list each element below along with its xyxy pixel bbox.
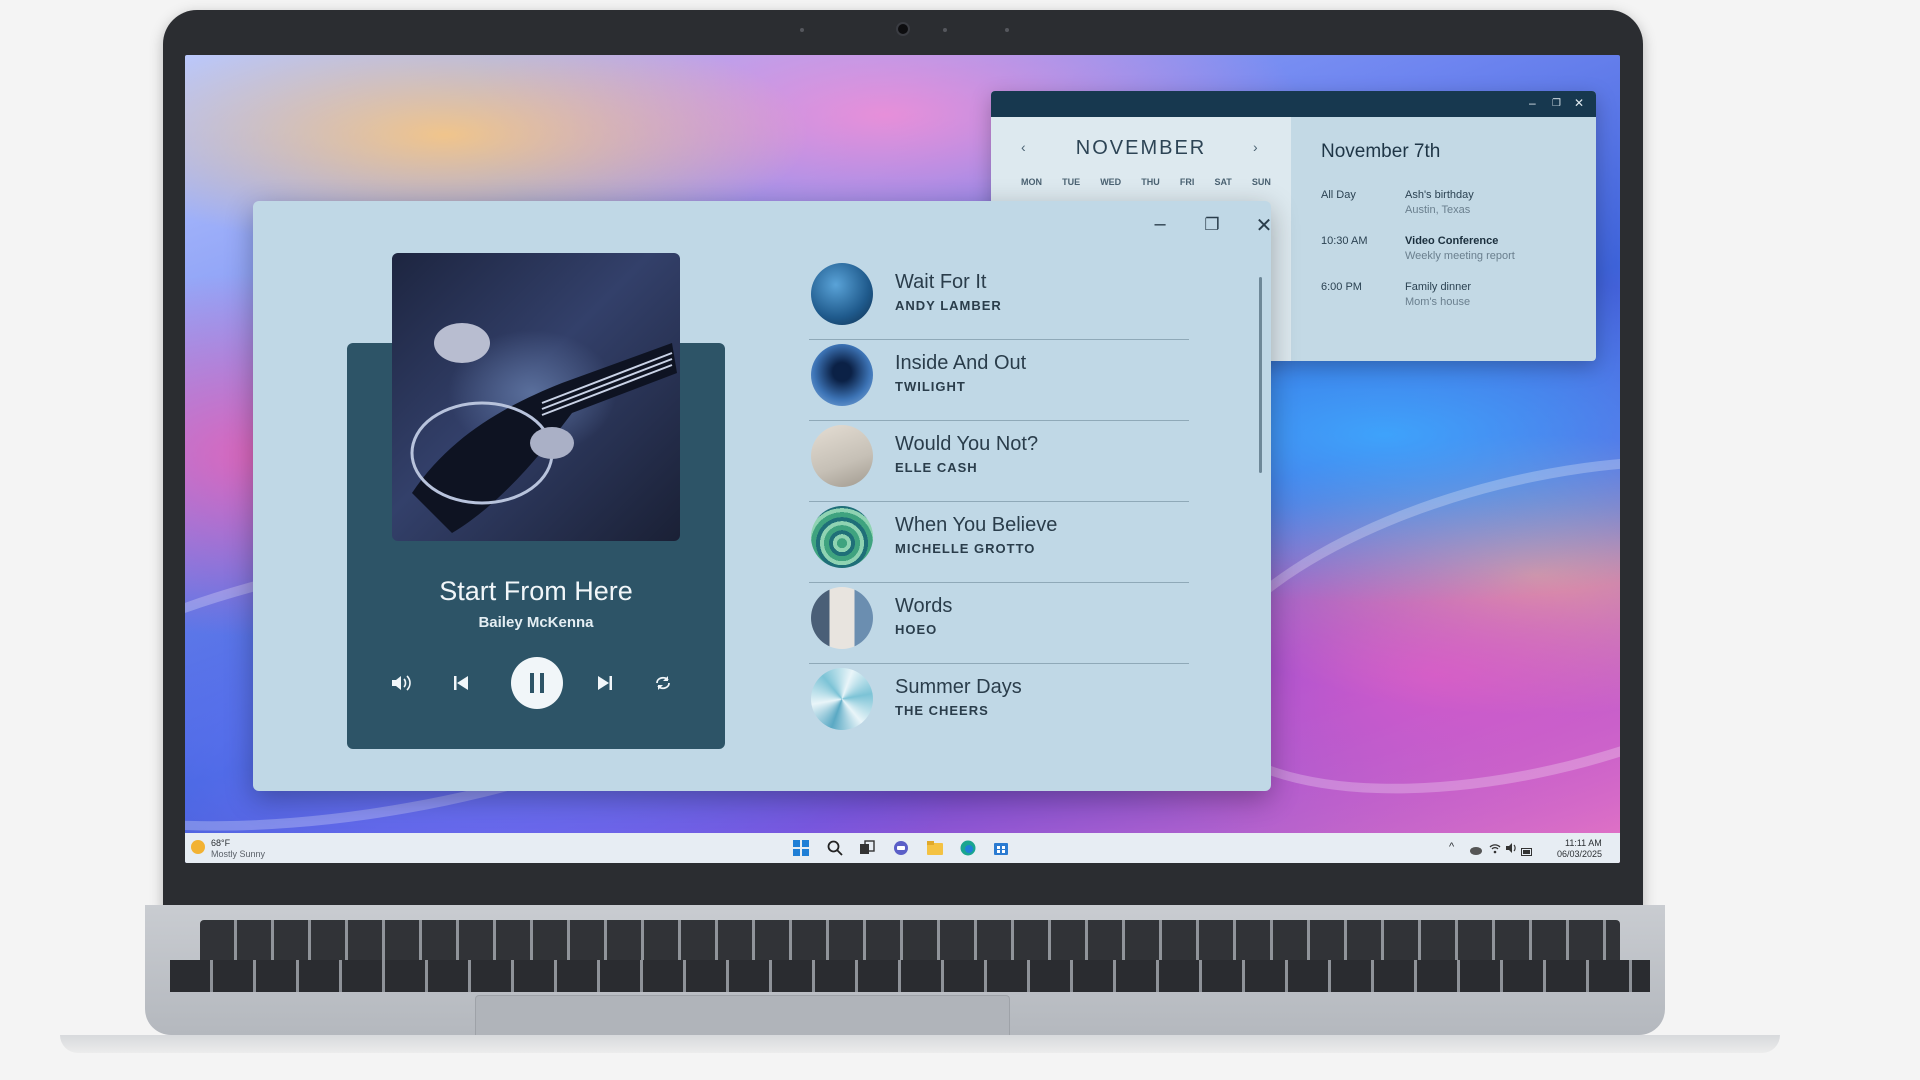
chevron-right-icon[interactable]: › bbox=[1253, 139, 1258, 155]
sensor-dot bbox=[943, 28, 947, 32]
minimize-icon[interactable]: – bbox=[1145, 213, 1175, 236]
search-icon[interactable] bbox=[827, 840, 843, 856]
track-row[interactable]: When You Believe MICHELLE GROTTO bbox=[809, 502, 1189, 583]
weather-temp[interactable]: 68°F bbox=[211, 838, 230, 848]
restore-icon[interactable]: ❐ bbox=[1552, 97, 1561, 111]
track-title: Would You Not? bbox=[895, 433, 1039, 455]
previous-icon[interactable] bbox=[449, 671, 473, 695]
event-subtitle: Weekly meeting report bbox=[1405, 250, 1515, 262]
wifi-icon[interactable] bbox=[1489, 841, 1501, 854]
track-row[interactable]: Words HOEO bbox=[809, 583, 1189, 664]
track-row[interactable]: Summer Days THE CHEERS bbox=[809, 664, 1189, 745]
track-title: Words bbox=[895, 595, 953, 617]
task-view-icon[interactable] bbox=[859, 840, 875, 856]
volume-icon[interactable] bbox=[389, 671, 413, 695]
track-row[interactable]: Wait For It ANDY LAMBER bbox=[809, 259, 1189, 340]
track-title: When You Believe bbox=[895, 514, 1058, 536]
file-explorer-icon[interactable] bbox=[927, 840, 943, 856]
webcam bbox=[896, 22, 910, 36]
music-player-window: – ❐ ✕ Start From Here Bailey McKenna Wai… bbox=[253, 201, 1272, 791]
next-icon[interactable] bbox=[593, 671, 617, 695]
laptop-base bbox=[60, 1035, 1780, 1053]
desktop-screen: – ❐ ✕ ‹ NOVEMBER › MON TUE WED THU FRI S… bbox=[185, 55, 1620, 863]
keyboard-row bbox=[170, 960, 1650, 992]
weekday-label: SAT bbox=[1214, 177, 1232, 187]
clock-time[interactable]: 11:11 AM bbox=[1565, 838, 1602, 848]
event-title: Ash's birthday bbox=[1405, 189, 1474, 201]
clock-date[interactable]: 06/03/2025 bbox=[1557, 849, 1602, 859]
now-playing-title: Start From Here bbox=[439, 576, 633, 606]
taskbar: 68°F Mostly Sunny ^ 11:11 AM 06/03/2025 bbox=[185, 833, 1620, 863]
weekday-label: SUN bbox=[1251, 177, 1271, 187]
track-artist: TWILIGHT bbox=[895, 379, 966, 394]
calendar-titlebar: – ❐ ✕ bbox=[991, 91, 1596, 117]
track-artist: HOEO bbox=[895, 622, 938, 637]
track-list-scrollbar[interactable] bbox=[1259, 277, 1262, 473]
pause-button[interactable] bbox=[511, 657, 563, 709]
weekday-label: MON bbox=[1021, 177, 1042, 187]
event-title: Video Conference bbox=[1405, 235, 1499, 247]
agenda-panel: November 7th All Day Ash's birthday Aust… bbox=[1291, 117, 1596, 361]
weather-icon[interactable] bbox=[191, 840, 205, 854]
track-row[interactable]: Inside And Out TWILIGHT bbox=[809, 340, 1189, 421]
speaker-icon[interactable] bbox=[1505, 841, 1517, 853]
weather-desc: Mostly Sunny bbox=[211, 849, 266, 859]
track-artist: ANDY LAMBER bbox=[895, 298, 1002, 313]
start-icon[interactable] bbox=[793, 840, 809, 856]
track-title: Wait For It bbox=[895, 271, 987, 293]
minimize-icon[interactable]: – bbox=[1529, 96, 1536, 110]
battery-icon[interactable] bbox=[1521, 843, 1533, 856]
close-icon[interactable]: ✕ bbox=[1574, 96, 1584, 110]
weekday-label: THU bbox=[1141, 177, 1160, 187]
track-thumbnail bbox=[811, 263, 873, 325]
event-subtitle: Mom's house bbox=[1405, 296, 1471, 308]
track-list: Wait For It ANDY LAMBER Inside And Out T… bbox=[809, 259, 1189, 745]
event-time: All Day bbox=[1321, 189, 1356, 201]
track-thumbnail bbox=[811, 668, 873, 730]
weekday-label: TUE bbox=[1062, 177, 1081, 187]
calendar-month: NOVEMBER bbox=[1075, 137, 1207, 159]
album-art bbox=[392, 253, 680, 541]
store-icon[interactable] bbox=[993, 840, 1009, 856]
edge-icon[interactable] bbox=[960, 840, 976, 856]
weekday-header: MON TUE WED THU FRI SAT SUN bbox=[1021, 177, 1271, 187]
guitar-image bbox=[410, 323, 677, 533]
track-title: Inside And Out bbox=[895, 352, 1027, 374]
sensor-dot bbox=[800, 28, 804, 32]
track-thumbnail bbox=[811, 344, 873, 406]
track-thumbnail bbox=[811, 425, 873, 487]
event-subtitle: Austin, Texas bbox=[1405, 204, 1471, 216]
trackpad bbox=[475, 995, 1010, 1035]
weekday-label: WED bbox=[1100, 177, 1122, 187]
track-title: Summer Days bbox=[895, 676, 1022, 698]
track-thumbnail bbox=[811, 506, 873, 568]
now-playing-artist: Bailey McKenna bbox=[478, 614, 594, 631]
track-thumbnail bbox=[811, 587, 873, 649]
weekday-label: FRI bbox=[1179, 177, 1195, 187]
chevron-up-icon[interactable]: ^ bbox=[1449, 841, 1454, 853]
track-row[interactable]: Would You Not? ELLE CASH bbox=[809, 421, 1189, 502]
chat-icon[interactable] bbox=[893, 840, 909, 856]
sensor-dot bbox=[1005, 28, 1009, 32]
event-time: 6:00 PM bbox=[1321, 281, 1362, 293]
event-time: 10:30 AM bbox=[1321, 235, 1368, 247]
close-icon[interactable]: ✕ bbox=[1249, 213, 1279, 238]
track-artist: ELLE CASH bbox=[895, 460, 978, 475]
pause-icon bbox=[530, 673, 544, 693]
restore-icon[interactable]: ❐ bbox=[1197, 215, 1227, 235]
track-artist: MICHELLE GROTTO bbox=[895, 541, 1036, 556]
cloud-icon[interactable] bbox=[1469, 842, 1483, 855]
repeat-icon[interactable] bbox=[651, 671, 675, 695]
event-title: Family dinner bbox=[1405, 281, 1472, 293]
selected-date: November 7th bbox=[1321, 141, 1441, 162]
track-artist: THE CHEERS bbox=[895, 703, 989, 718]
